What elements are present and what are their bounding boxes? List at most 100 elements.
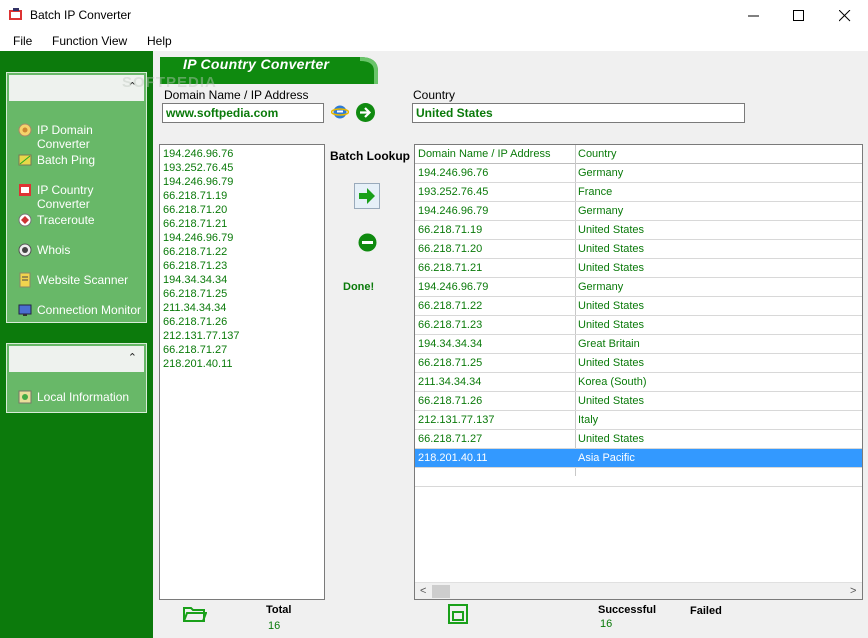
ip-list-item[interactable]: 66.218.71.27 <box>163 343 321 357</box>
table-row[interactable]: 66.218.71.21 United States <box>415 259 862 278</box>
scroll-left-icon[interactable]: < <box>420 585 426 597</box>
grid-header: Domain Name / IP Address Country <box>415 145 862 164</box>
column-header-ip[interactable]: Domain Name / IP Address <box>418 148 550 160</box>
results-grid[interactable]: Domain Name / IP Address Country 194.246… <box>414 144 863 600</box>
cell-country: United States <box>578 357 645 369</box>
sidebar-item-batch-ping[interactable]: Batch Ping <box>7 145 146 175</box>
whois-icon <box>18 243 32 257</box>
table-row[interactable]: 66.218.71.27 United States <box>415 430 862 449</box>
cell-ip: 66.218.71.21 <box>418 262 483 274</box>
ip-list-item[interactable]: 66.218.71.21 <box>163 217 321 231</box>
save-icon[interactable] <box>448 604 468 624</box>
column-header-country[interactable]: Country <box>578 148 617 160</box>
cell-ip: 212.131.77.137 <box>418 414 495 426</box>
cell-ip: 66.218.71.27 <box>418 433 483 445</box>
local-panel: ⌃ Local Information <box>6 343 147 413</box>
ip-list-item[interactable]: 193.252.76.45 <box>163 161 321 175</box>
table-row[interactable]: 66.218.71.23 United States <box>415 316 862 335</box>
sidebar-item-connection-monitor[interactable]: Connection Monitor <box>7 295 146 325</box>
sidebar-item-whois[interactable]: Whois <box>7 235 146 265</box>
close-button[interactable] <box>822 0 868 31</box>
sidebar-item-ip-domain-converter[interactable]: IP Domain Converter <box>7 115 146 151</box>
ip-list-item[interactable]: 218.201.40.11 <box>163 357 321 371</box>
table-row[interactable]: 212.131.77.137 Italy <box>415 411 862 430</box>
table-row[interactable]: 194.246.96.79 Germany <box>415 202 862 221</box>
table-row[interactable]: 66.218.71.26 United States <box>415 392 862 411</box>
traceroute-icon <box>18 213 32 227</box>
tools-panel: ⌃ IP Domain Converter Batch Ping IP Coun… <box>6 72 147 323</box>
batch-stop-button[interactable] <box>358 233 377 252</box>
cell-ip: 194.246.96.79 <box>418 281 489 293</box>
table-row[interactable]: 193.252.76.45 France <box>415 183 862 202</box>
app-icon <box>9 8 22 20</box>
cell-ip: 66.218.71.20 <box>418 243 483 255</box>
cell-ip: 211.34.34.34 <box>418 376 482 388</box>
ip-list[interactable]: 194.246.96.76 193.252.76.45 194.246.96.79 6… <box>159 144 325 600</box>
sidebar-item-website-scanner[interactable]: Website Scanner <box>7 265 146 295</box>
table-row[interactable]: 66.218.71.25 United States <box>415 354 862 373</box>
main-area: IP Country Converter Domain Name / IP Ad… <box>153 51 868 638</box>
sidebar-item-local-information[interactable]: Local Information <box>7 382 146 412</box>
ip-list-item[interactable]: 66.218.71.22 <box>163 245 321 259</box>
ip-list-item[interactable]: 211.34.34.34 <box>163 301 321 315</box>
cell-country: United States <box>578 319 645 331</box>
table-row[interactable]: 211.34.34.34 Korea (South) <box>415 373 862 392</box>
ip-list-item[interactable]: 212.131.77.137 <box>163 329 321 343</box>
scroll-thumb[interactable] <box>432 585 450 598</box>
cell-ip: 66.218.71.23 <box>418 319 483 331</box>
scroll-right-icon[interactable]: > <box>850 585 856 597</box>
table-row[interactable]: 218.201.40.11 Asia Pacific <box>415 449 862 468</box>
cell-country: United States <box>578 433 645 445</box>
domain-input[interactable]: www.softpedia.com <box>162 103 324 123</box>
table-row[interactable]: 66.218.71.19 United States <box>415 221 862 240</box>
window-title: Batch IP Converter <box>30 8 132 22</box>
local-info-icon <box>18 390 32 404</box>
ip-list-item[interactable]: 66.218.71.25 <box>163 287 321 301</box>
menu-help[interactable]: Help <box>147 34 172 48</box>
ip-list-item[interactable]: 194.246.96.79 <box>163 175 321 189</box>
horizontal-scrollbar[interactable]: < > <box>415 582 862 599</box>
batch-ping-icon <box>18 154 32 166</box>
ip-list-item[interactable]: 194.246.96.76 <box>163 147 321 161</box>
ip-list-item[interactable]: 66.218.71.26 <box>163 315 321 329</box>
lookup-go-button[interactable] <box>355 102 376 123</box>
ip-list-item[interactable]: 66.218.71.23 <box>163 259 321 273</box>
connection-monitor-icon <box>18 304 32 316</box>
cell-country: Germany <box>578 167 624 179</box>
table-row-empty[interactable] <box>415 468 862 487</box>
browser-icon[interactable] <box>331 103 349 121</box>
total-value: 16 <box>268 620 281 632</box>
batch-start-button[interactable] <box>354 183 380 209</box>
cell-country: United States <box>578 300 645 312</box>
cell-country: United States <box>578 224 645 236</box>
table-row[interactable]: 66.218.71.22 United States <box>415 297 862 316</box>
sidebar-item-ip-country-converter[interactable]: IP Country Converter <box>7 175 146 211</box>
banner-title: IP Country Converter <box>183 56 330 72</box>
cell-country: Asia Pacific <box>578 452 635 464</box>
table-row[interactable]: 66.218.71.20 United States <box>415 240 862 259</box>
open-folder-icon[interactable] <box>183 605 207 623</box>
menu-file[interactable]: File <box>13 34 32 48</box>
ip-list-item[interactable]: 66.218.71.20 <box>163 203 321 217</box>
ip-list-item[interactable]: 66.218.71.19 <box>163 189 321 203</box>
cell-country: Germany <box>578 281 624 293</box>
cell-ip: 194.246.96.79 <box>418 205 489 217</box>
batch-lookup-label: Batch Lookup <box>330 149 410 163</box>
table-row[interactable]: 194.34.34.34 Great Britain <box>415 335 862 354</box>
title-bar: Batch IP Converter <box>0 0 868 31</box>
sidebar-item-traceroute[interactable]: Traceroute <box>7 205 146 235</box>
maximize-button[interactable] <box>776 0 822 31</box>
cell-ip: 66.218.71.26 <box>418 395 483 407</box>
cell-country: Italy <box>578 414 599 426</box>
website-scanner-icon <box>19 272 31 288</box>
cell-country: United States <box>578 395 645 407</box>
table-row[interactable]: 194.246.96.79 Germany <box>415 278 862 297</box>
ip-list-item[interactable]: 194.34.34.34 <box>163 273 321 287</box>
minimize-button[interactable] <box>731 0 777 31</box>
collapse-icon[interactable]: ⌃ <box>128 351 137 364</box>
local-panel-header[interactable]: ⌃ <box>9 346 144 372</box>
menu-function-view[interactable]: Function View <box>52 34 127 48</box>
cell-ip: 66.218.71.25 <box>418 357 483 369</box>
ip-list-item[interactable]: 194.246.96.79 <box>163 231 321 245</box>
table-row[interactable]: 194.246.96.76 Germany <box>415 164 862 183</box>
